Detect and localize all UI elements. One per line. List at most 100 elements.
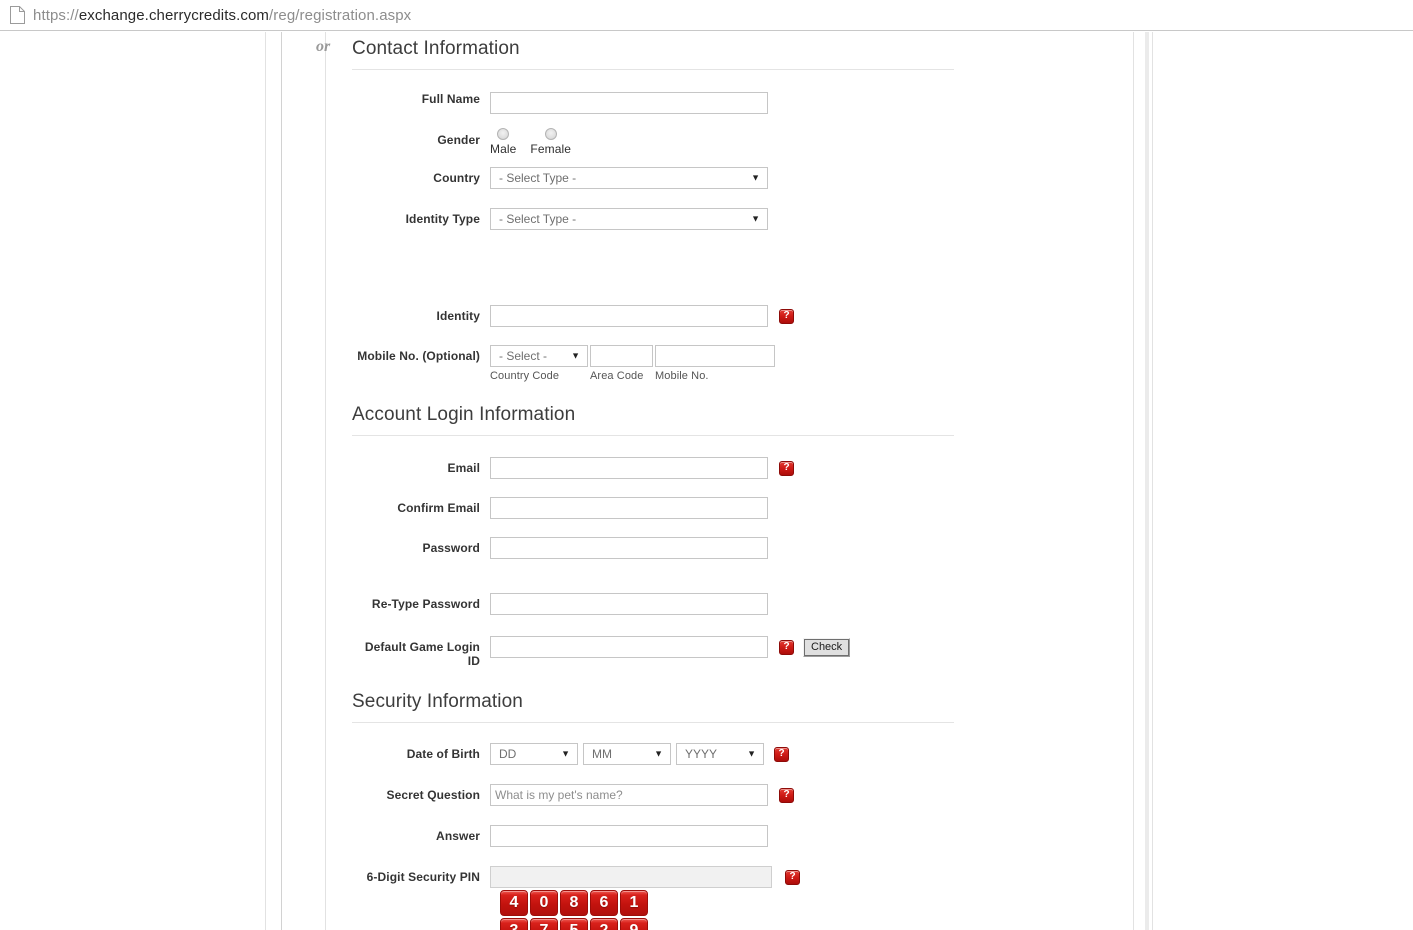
layout-rule-content-right	[1133, 32, 1134, 930]
section-title-contact-information: Contact Information	[352, 38, 954, 70]
mobile-country-code-value: - Select -	[499, 349, 548, 363]
mobile-area-code-input[interactable]	[590, 345, 653, 367]
label-confirm-email: Confirm Email	[397, 501, 480, 515]
gender-radio-female-label: Female	[530, 142, 572, 156]
label-date-of-birth: Date of Birth	[406, 747, 480, 761]
url-path: /reg/registration.aspx	[269, 6, 412, 24]
keypad-key[interactable]: 5	[560, 918, 588, 930]
field-row-identity-type: Identity Type - Select Type - ▼	[352, 208, 972, 230]
country-select-value: - Select Type -	[499, 171, 577, 185]
default-game-login-id-input[interactable]	[490, 636, 768, 658]
label-mobile-no: Mobile No. (Optional)	[357, 349, 480, 363]
dob-month-select[interactable]: MM ▼	[583, 743, 671, 765]
secret-question-help-icon[interactable]: ?	[779, 787, 794, 803]
registration-form: Contact Information Full Name Gender Mal…	[352, 32, 972, 930]
keypad-key[interactable]: 3	[500, 918, 528, 930]
keypad-key[interactable]: 9	[620, 918, 648, 930]
dob-year-value: YYYY	[685, 747, 718, 761]
url-host: exchange.cherrycredits.com	[78, 6, 270, 24]
url-text: https://exchange.cherrycredits.com/reg/r…	[33, 7, 411, 24]
field-row-country: Country - Select Type - ▼	[352, 167, 972, 189]
full-name-input[interactable]	[490, 92, 768, 114]
gender-radio-male[interactable]: Male	[490, 128, 516, 156]
field-row-identity: Identity ?	[352, 305, 972, 327]
dob-day-select[interactable]: DD ▼	[490, 743, 578, 765]
layout-rule-content-left	[325, 32, 326, 930]
field-row-mobile-no: Mobile No. (Optional) - Select - ▼ Count…	[352, 345, 972, 382]
keypad-key[interactable]: 0	[530, 890, 558, 916]
field-row-security-pin: 6-Digit Security PIN ? 4 0 8 6 1 3	[352, 866, 972, 930]
label-gender: Gender	[437, 133, 480, 147]
default-game-login-id-help-icon[interactable]: ?	[779, 639, 794, 655]
label-security-pin: 6-Digit Security PIN	[366, 870, 480, 884]
or-separator-label: or	[316, 38, 331, 55]
dob-day-value: DD	[499, 747, 517, 761]
confirm-email-input[interactable]	[490, 497, 768, 519]
keypad-key[interactable]: 8	[560, 890, 588, 916]
page-canvas: or Contact Information Full Name Gender …	[0, 32, 1413, 930]
identity-type-select[interactable]: - Select Type - ▼	[490, 208, 768, 230]
browser-url-bar[interactable]: https://exchange.cherrycredits.com/reg/r…	[0, 0, 1413, 31]
security-pin-keypad: 4 0 8 6 1 3 7 5 2 9	[500, 888, 800, 930]
field-row-secret-question: Secret Question ?	[352, 784, 972, 806]
field-row-default-game-login-id: Default Game Login ID ? Check	[352, 636, 972, 668]
section-title-security-information: Security Information	[352, 691, 954, 723]
security-pin-input[interactable]	[490, 866, 772, 888]
keypad-key[interactable]: 7	[530, 918, 558, 930]
chevron-down-icon: ▼	[571, 350, 580, 361]
label-answer: Answer	[436, 829, 480, 843]
label-email: Email	[447, 461, 480, 475]
label-default-game-login-id: Default Game Login ID	[364, 640, 480, 668]
identity-help-icon[interactable]: ?	[779, 308, 794, 324]
secret-question-input[interactable]	[490, 784, 768, 806]
check-button[interactable]: Check	[803, 637, 851, 657]
mobile-country-code-select[interactable]: - Select - ▼	[490, 345, 588, 367]
field-row-full-name: Full Name	[352, 92, 972, 114]
field-row-answer: Answer	[352, 825, 972, 847]
chevron-down-icon: ▼	[751, 172, 760, 183]
gender-radio-group: Male Female	[490, 128, 585, 156]
email-help-icon[interactable]: ?	[779, 460, 794, 476]
date-of-birth-help-icon[interactable]: ?	[774, 746, 789, 762]
radio-circle-icon	[497, 128, 510, 140]
url-scheme: https://	[33, 6, 79, 24]
chevron-down-icon: ▼	[654, 748, 663, 759]
country-select[interactable]: - Select Type - ▼	[490, 167, 768, 189]
document-icon	[10, 6, 25, 24]
keypad-key[interactable]: 4	[500, 890, 528, 916]
field-row-gender: Gender Male Female	[352, 128, 972, 156]
keypad-row-2: 3 7 5 2 9	[500, 916, 800, 930]
gender-radio-female[interactable]: Female	[530, 128, 571, 156]
label-password: Password	[422, 541, 480, 555]
layout-rule-left-inner	[281, 32, 282, 930]
section-title-account-login-information: Account Login Information	[352, 404, 954, 436]
label-identity: Identity	[436, 309, 480, 323]
email-input[interactable]	[490, 457, 768, 479]
field-row-password: Password	[352, 537, 972, 559]
field-row-confirm-email: Confirm Email	[352, 497, 972, 519]
layout-band-right	[1145, 32, 1149, 930]
keypad-key[interactable]: 2	[590, 918, 618, 930]
answer-input[interactable]	[490, 825, 768, 847]
field-row-email: Email ?	[352, 457, 972, 479]
keypad-row-1: 4 0 8 6 1	[500, 888, 800, 916]
dob-year-select[interactable]: YYYY ▼	[676, 743, 764, 765]
identity-type-select-value: - Select Type -	[499, 212, 577, 226]
field-row-date-of-birth: Date of Birth DD ▼ MM ▼ YYYY ▼ ?	[352, 743, 972, 765]
caption-mobile-no: Mobile No.	[655, 370, 709, 382]
identity-input[interactable]	[490, 305, 768, 327]
caption-country-code: Country Code	[490, 370, 560, 382]
radio-circle-icon	[544, 128, 557, 140]
keypad-key[interactable]: 6	[590, 890, 618, 916]
label-secret-question: Secret Question	[386, 788, 480, 802]
dob-month-value: MM	[592, 747, 612, 761]
field-row-retype-password: Re-Type Password	[352, 593, 972, 615]
password-input[interactable]	[490, 537, 768, 559]
gender-radio-male-label: Male	[490, 142, 517, 156]
retype-password-input[interactable]	[490, 593, 768, 615]
chevron-down-icon: ▼	[561, 748, 570, 759]
security-pin-help-icon[interactable]: ?	[785, 869, 800, 885]
mobile-number-input[interactable]	[655, 345, 775, 367]
label-country: Country	[433, 171, 480, 185]
keypad-key[interactable]: 1	[620, 890, 648, 916]
